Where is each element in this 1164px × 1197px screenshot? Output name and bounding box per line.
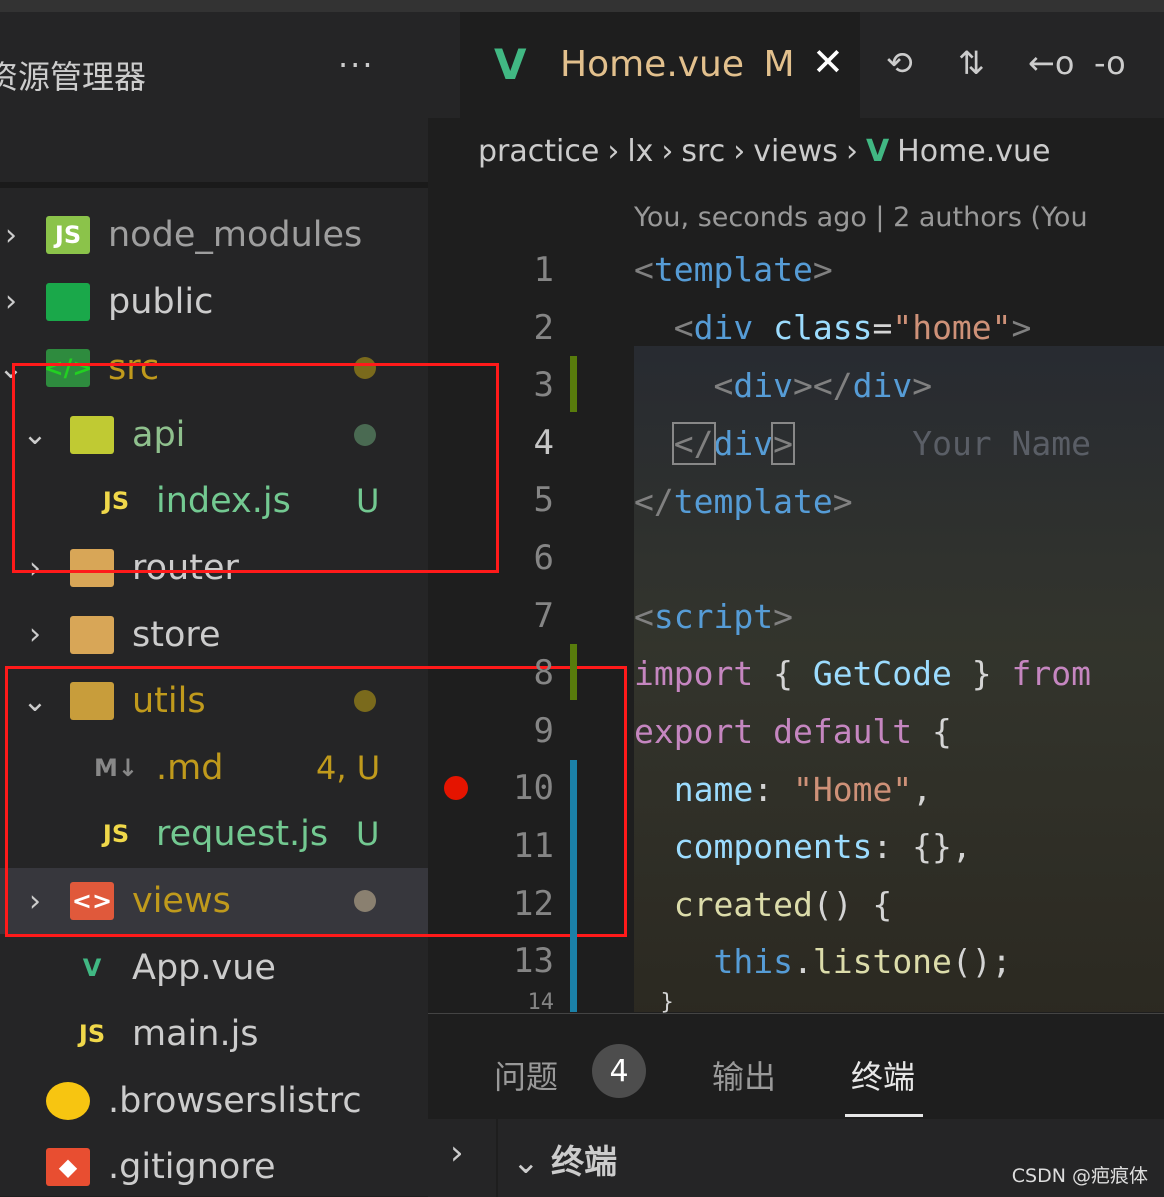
tree-item[interactable]: V App.vue [0, 935, 428, 1001]
gutter-modified [570, 760, 577, 1012]
git-icon: ◆ [46, 1148, 90, 1187]
line-number: 7 [533, 595, 554, 636]
chevron-right-icon: › [661, 134, 674, 169]
line-number: 2 [533, 307, 554, 348]
chevron-right-icon: › [845, 134, 858, 169]
more-actions-icon[interactable]: ··· [338, 46, 375, 84]
folder-node-icon: JS [46, 216, 90, 254]
vue-icon: V [82, 953, 102, 982]
line-number: 13 [513, 941, 554, 982]
breadcrumb-item[interactable]: views [753, 134, 838, 169]
line-number: 8 [533, 653, 554, 694]
terminal-section[interactable]: ⌄ 终端 [512, 1135, 617, 1183]
next-change-icon[interactable]: -o [1094, 44, 1126, 82]
tab-output[interactable]: 输出 [712, 1052, 776, 1098]
tree-item[interactable]: › store [0, 602, 428, 668]
chevron-right-icon: › [607, 134, 620, 169]
title-bar [0, 0, 1164, 12]
tab-home-vue[interactable]: V Home.vue M ✕ [460, 12, 860, 118]
line-number: 11 [513, 826, 554, 866]
tab-problems[interactable]: 问题 [494, 1052, 558, 1098]
tab-title: Home.vue [560, 44, 745, 85]
folder-icon [70, 615, 114, 654]
compare-changes-icon[interactable]: ⇅ [958, 44, 985, 82]
git-blame-codelens[interactable]: You, seconds ago | 2 authors (You [634, 202, 1088, 233]
tree-item-label: main.js [132, 1014, 259, 1055]
tree-item-label: node_modules [108, 215, 363, 255]
breadcrumb: practice › lx › src › views › V Home.vue [478, 134, 1051, 169]
gutter-added [570, 644, 577, 700]
highlight-box-api [12, 363, 499, 573]
tree-item-label: store [132, 614, 221, 655]
line-number: 9 [533, 710, 554, 751]
chevron-icon[interactable]: › [0, 218, 26, 253]
breadcrumb-item[interactable]: practice [478, 134, 599, 169]
gutter-added [570, 356, 577, 412]
problem-count-badge: 4 [592, 1044, 646, 1098]
ghost-text: Your Name [912, 424, 1092, 463]
explorer-title: 资源管理器 [0, 58, 147, 96]
scroll-shadow [0, 182, 428, 188]
tree-item-label: .browserslistrc [108, 1080, 362, 1121]
line-number: 4 [533, 422, 554, 463]
tree-item-label: App.vue [132, 947, 276, 988]
folder-public-icon [46, 282, 90, 321]
line-number: 14 [527, 990, 555, 1015]
tab-status: M [763, 44, 795, 85]
tree-item[interactable]: ◆ .gitignore [0, 1134, 428, 1196]
breadcrumb-item[interactable]: lx [627, 134, 653, 169]
terminal-title: 终端 [551, 1142, 618, 1181]
bottom-panel: 问题 4 输出 终端 › ⌄ 终端 CSDN @疤痕体 [428, 1013, 1164, 1197]
chevron-right-icon: › [733, 134, 746, 169]
divider [496, 1119, 498, 1197]
tree-item[interactable]: JS main.js [0, 1001, 428, 1067]
tree-item-label: .gitignore [108, 1147, 276, 1188]
line-number: 10 [513, 768, 554, 809]
browserslist-icon [46, 1081, 90, 1120]
tab-bar: V Home.vue M ✕ ⟲ ⇅ ←o -o [428, 12, 1164, 118]
chevron-right-icon[interactable]: › [450, 1133, 464, 1173]
breadcrumb-item[interactable]: src [681, 134, 725, 169]
watermark: CSDN @疤痕体 [1011, 1165, 1148, 1187]
breadcrumb-item[interactable]: Home.vue [897, 134, 1050, 169]
tree-item[interactable]: .browserslistrc [0, 1068, 428, 1134]
tab-terminal[interactable]: 终端 [851, 1052, 915, 1098]
vue-icon: V [494, 40, 527, 89]
breakpoint-icon[interactable] [444, 776, 468, 800]
tree-item[interactable]: › JS node_modules [0, 202, 428, 268]
previous-change-icon[interactable]: ←o [1028, 44, 1074, 82]
js-icon: JS [78, 1020, 106, 1049]
close-icon[interactable]: ✕ [812, 40, 844, 84]
line-number: 3 [533, 365, 554, 406]
vue-icon: V [865, 134, 890, 169]
line-number: 6 [533, 538, 554, 578]
line-number: 5 [533, 480, 554, 521]
tree-item[interactable]: › public [0, 269, 428, 335]
history-icon[interactable]: ⟲ [886, 44, 913, 82]
chevron-icon[interactable]: › [0, 284, 26, 319]
line-number: 12 [513, 883, 554, 924]
explorer-sidebar: 资源管理器 ··· › JS node_modules › public ⌄ <… [0, 12, 428, 1196]
active-tab-indicator [845, 1114, 923, 1117]
line-number: 1 [533, 250, 554, 290]
chevron-icon[interactable]: › [20, 617, 50, 652]
tree-item-label: public [108, 281, 214, 322]
chevron-down-icon: ⌄ [512, 1142, 540, 1181]
editor: V Home.vue M ✕ ⟲ ⇅ ←o -o practice › lx › s… [428, 12, 1164, 1015]
